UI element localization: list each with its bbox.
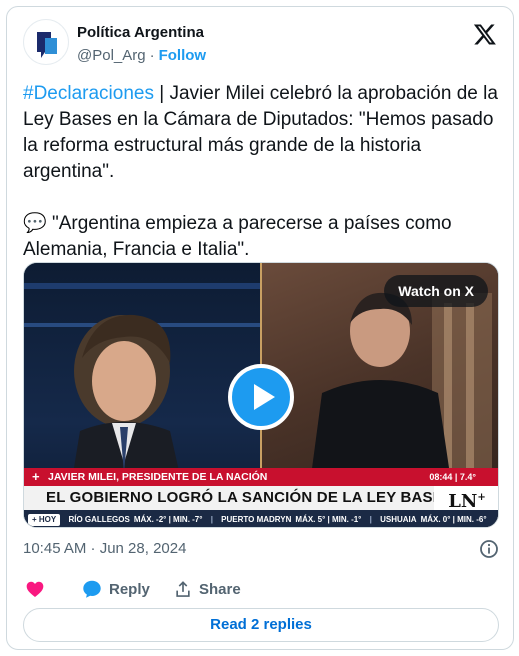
lower-third-plus-icon: + [32, 469, 40, 484]
tweet-paragraph-2: 💬 "Argentina empieza a parecerse a paíse… [23, 211, 499, 263]
handle-row: @Pol_Arg · Follow [77, 47, 206, 64]
tweet-text: #Declaraciones | Javier Milei celebró la… [23, 81, 499, 263]
x-logo-icon[interactable] [473, 22, 497, 46]
ticker-separator: | [210, 515, 213, 524]
tweet-paragraph-2-text: "Argentina empieza a parecerse a países … [23, 213, 452, 260]
reply-label: Reply [109, 580, 150, 598]
action-bar: Reply Share [23, 577, 499, 601]
reply-icon [83, 580, 101, 598]
broadcast-time: 08:44 | 7.4° [429, 472, 476, 482]
ticker-city: USHUAIA [380, 515, 417, 524]
weather-ticker: + HOY RÍO GALLEGOS MÁX. -2° | MIN. -7° | … [24, 510, 498, 527]
hashtag-link[interactable]: #Declaraciones [23, 83, 154, 104]
speech-balloon-emoji: 💬 [23, 213, 47, 234]
tweet-paragraph-1: #Declaraciones | Javier Milei celebró la… [23, 81, 499, 185]
channel-logo: LN+ [434, 486, 498, 512]
account-avatar[interactable] [23, 19, 69, 65]
read-replies-button[interactable]: Read 2 replies [23, 608, 499, 642]
account-handle[interactable]: @Pol_Arg [77, 47, 146, 64]
video-player[interactable]: Watch on X + JAVIER MILEI, PRESIDENTE DE… [23, 262, 499, 528]
ticker-city: RÍO GALLEGOS [68, 515, 130, 524]
play-icon [254, 384, 275, 410]
tweet-card: Política Argentina @Pol_Arg · Follow #Decl… [6, 6, 514, 650]
lower-third-name: + JAVIER MILEI, PRESIDENTE DE LA NACIÓN … [24, 468, 498, 486]
info-icon[interactable] [479, 539, 499, 559]
ticker-temps: MÁX. -2° | MIN. -7° [133, 515, 203, 524]
share-label: Share [199, 580, 241, 598]
separator-dot: · [149, 47, 155, 64]
channel-logo-plus: + [477, 492, 486, 503]
lower-third-name-text: JAVIER MILEI, PRESIDENTE DE LA NACIÓN [48, 471, 268, 483]
share-button[interactable]: Share [173, 577, 241, 601]
reply-button[interactable]: Reply [81, 577, 150, 601]
tweet-timestamp[interactable]: 10:45 AM · Jun 28, 2024 [23, 540, 186, 557]
ticker-temps: MÁX. 0° | MIN. -6° [420, 515, 487, 524]
ticker-city: PUERTO MADRYN [221, 515, 292, 524]
heart-icon [26, 581, 44, 597]
ticker-tag: + HOY [28, 514, 61, 526]
watch-on-x-button[interactable]: Watch on X [384, 275, 488, 307]
share-icon [176, 581, 190, 597]
channel-logo-text: LN [448, 491, 478, 512]
ticker-temps: MÁX. 5° | MIN. -1° [295, 515, 362, 524]
ticker-separator: | [369, 515, 372, 524]
play-button[interactable] [228, 364, 294, 430]
lower-third-headline: EL GOBIERNO LOGRÓ LA SANCIÓN DE LA LEY B… [24, 486, 453, 510]
follow-button[interactable]: Follow [159, 47, 207, 64]
like-button[interactable] [25, 577, 51, 601]
account-name[interactable]: Política Argentina [77, 24, 204, 41]
avatar-logo-icon [37, 32, 57, 58]
